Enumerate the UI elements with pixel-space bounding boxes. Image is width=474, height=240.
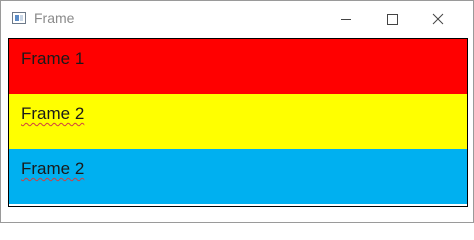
close-button[interactable] xyxy=(415,1,461,36)
frame-yellow[interactable]: Frame 2 xyxy=(9,94,467,149)
minimize-icon xyxy=(341,19,351,20)
frame-label: Frame 2 xyxy=(21,104,85,123)
client-area: Frame 1 Frame 2 Frame 2 xyxy=(8,38,468,207)
app-window-icon xyxy=(12,12,26,24)
minimize-button[interactable] xyxy=(323,1,369,36)
title-bar[interactable]: Frame xyxy=(1,1,473,36)
app-window: Frame Frame 1 Frame 2 Frame 2 xyxy=(0,0,474,223)
maximize-button[interactable] xyxy=(369,1,415,36)
frame-label: Frame 1 xyxy=(21,49,85,68)
frame-label: Frame 2 xyxy=(21,159,85,178)
frame-red[interactable]: Frame 1 xyxy=(9,39,467,94)
frame-blue[interactable]: Frame 2 xyxy=(9,149,467,204)
close-icon xyxy=(432,13,444,25)
maximize-icon xyxy=(387,14,398,25)
window-title: Frame xyxy=(34,10,75,26)
